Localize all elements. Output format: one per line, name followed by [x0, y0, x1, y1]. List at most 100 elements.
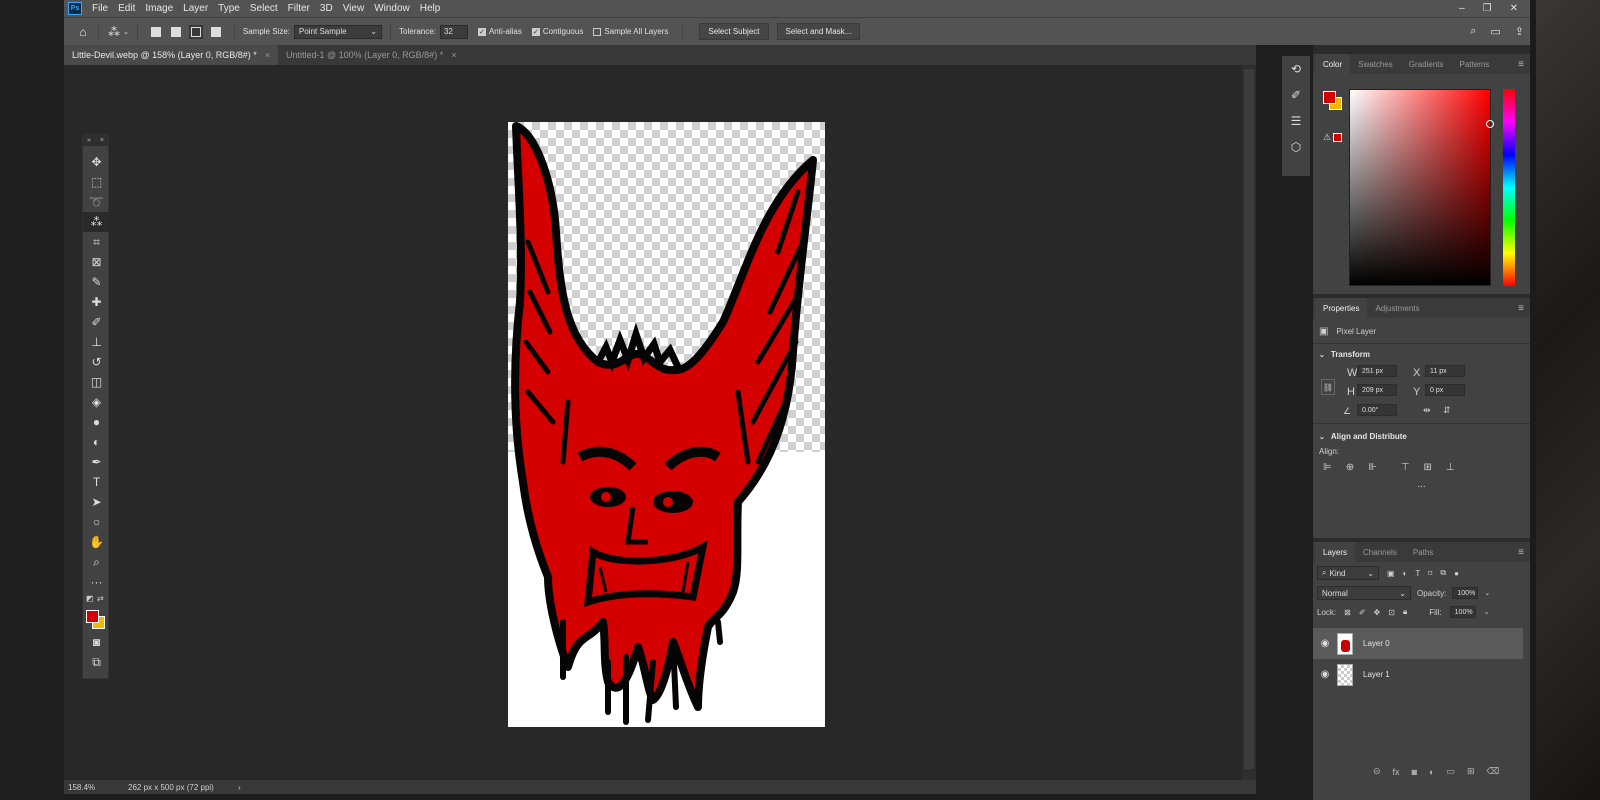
intersect-selection-icon[interactable]	[210, 26, 221, 37]
swap-colors-icon[interactable]: ⇄	[97, 594, 104, 603]
history-icon[interactable]: ⟲	[1282, 56, 1310, 82]
search-icon[interactable]: ⌕	[1470, 25, 1476, 38]
flip-horizontal-icon[interactable]: ⇹	[1423, 405, 1431, 416]
filter-shape-icon[interactable]: ⌑	[1428, 569, 1432, 578]
tab-untitled-1[interactable]: Untitled-1 @ 100% (Layer 0, RGB/8#) * ×	[278, 45, 464, 65]
subtract-selection-icon[interactable]	[190, 26, 201, 37]
chevron-down-icon[interactable]: ⌄	[1484, 608, 1490, 616]
dodge-tool-icon[interactable]: ◐	[83, 432, 110, 452]
crop-tool-icon[interactable]: ⌗	[83, 232, 110, 252]
menu-view[interactable]: View	[343, 3, 365, 14]
layer-row-layer-1[interactable]: ◉ Layer 1	[1313, 659, 1523, 690]
tab-properties[interactable]: Properties	[1315, 298, 1368, 318]
sample-all-layers-checkbox[interactable]: Sample All Layers	[593, 27, 668, 36]
tab-adjustments[interactable]: Adjustments	[1367, 298, 1427, 318]
tab-color[interactable]: Color	[1315, 54, 1351, 74]
new-group-icon[interactable]: ▭	[1446, 766, 1455, 777]
filter-pixel-icon[interactable]: ▣	[1387, 569, 1395, 578]
panel-menu-icon[interactable]: ≡	[1518, 303, 1524, 314]
y-input[interactable]: 0 px	[1425, 384, 1465, 396]
chevron-down-icon[interactable]: ⌄	[1319, 351, 1325, 359]
adjustments-icon[interactable]: ☰	[1282, 108, 1310, 134]
path-selection-tool-icon[interactable]: ➤	[83, 492, 110, 512]
pen-tool-icon[interactable]: ✒	[83, 452, 110, 472]
x-input[interactable]: 11 px	[1425, 365, 1465, 377]
color-field[interactable]	[1349, 89, 1491, 286]
clone-stamp-tool-icon[interactable]: ⊥	[83, 332, 110, 352]
move-tool-icon[interactable]: ✥	[83, 152, 110, 172]
new-selection-icon[interactable]	[150, 26, 161, 37]
panel-menu-icon[interactable]: ≡	[1518, 59, 1524, 70]
more-options-icon[interactable]: ...	[1313, 473, 1530, 490]
filter-kind-select[interactable]: ⌕ Kind ⌄	[1317, 566, 1379, 580]
tool-preset-chevron-icon[interactable]: ⌄	[123, 28, 129, 36]
history-brush-tool-icon[interactable]: ↺	[83, 352, 110, 372]
anti-alias-checkbox[interactable]: ✓ Anti-alias	[477, 27, 522, 36]
menu-select[interactable]: Select	[250, 3, 278, 14]
lock-pixels-icon[interactable]: ✐	[1359, 608, 1366, 617]
close-icon[interactable]: ×	[100, 137, 104, 144]
menu-filter[interactable]: Filter	[288, 3, 310, 14]
menu-help[interactable]: Help	[420, 3, 441, 14]
minimize-button[interactable]: –	[1459, 3, 1465, 14]
chevron-down-icon[interactable]: ⌄	[1319, 433, 1325, 441]
angle-input[interactable]: 0.00°	[1357, 404, 1397, 416]
filter-adjustment-icon[interactable]: ◐	[1403, 569, 1408, 578]
marquee-tool-icon[interactable]: ⬚	[83, 172, 110, 192]
screen-mode-icon[interactable]: ⧉	[83, 652, 110, 672]
lock-artboard-icon[interactable]: ⊡	[1388, 608, 1395, 617]
menu-type[interactable]: Type	[218, 3, 240, 14]
type-tool-icon[interactable]: T	[83, 472, 110, 492]
vertical-scrollbar[interactable]	[1242, 65, 1256, 780]
fx-icon[interactable]: fx	[1393, 767, 1400, 777]
contiguous-checkbox[interactable]: ✓ Contiguous	[531, 27, 583, 36]
menu-layer[interactable]: Layer	[183, 3, 208, 14]
new-layer-icon[interactable]: ⊞	[1467, 766, 1475, 777]
lock-transparent-icon[interactable]: ⊠	[1344, 608, 1351, 617]
lock-all-icon[interactable]: 🔒︎	[1403, 607, 1407, 617]
delete-layer-icon[interactable]: ⌫	[1487, 766, 1500, 777]
eye-icon[interactable]: ◉	[1313, 638, 1337, 649]
brush-settings-icon[interactable]: ✐	[1282, 82, 1310, 108]
workspace-icon[interactable]: ▭	[1490, 25, 1500, 38]
lasso-tool-icon[interactable]: ➰	[83, 192, 110, 212]
frame-tool-icon[interactable]: ⊠	[83, 252, 110, 272]
hand-tool-icon[interactable]: ✋	[83, 532, 110, 552]
tab-patterns[interactable]: Patterns	[1452, 54, 1498, 74]
menu-edit[interactable]: Edit	[118, 3, 135, 14]
align-hcenter-icon[interactable]: ⊕	[1346, 462, 1354, 473]
magic-wand-tool-icon[interactable]: ⁂	[83, 212, 110, 232]
lock-position-icon[interactable]: ✥	[1374, 608, 1381, 617]
brush-tool-icon[interactable]: ✐	[83, 312, 110, 332]
align-left-icon[interactable]: ⊫	[1323, 462, 1332, 473]
document-canvas[interactable]	[508, 122, 825, 727]
hue-slider[interactable]	[1503, 89, 1515, 286]
eye-icon[interactable]: ◉	[1313, 669, 1337, 680]
foreground-color[interactable]	[1323, 91, 1336, 104]
default-colors-icon[interactable]: ◩	[86, 594, 94, 603]
opacity-input[interactable]: 100%	[1452, 587, 1479, 599]
status-menu-arrow-icon[interactable]: ›	[238, 783, 241, 792]
add-mask-icon[interactable]: ◙	[1412, 767, 1417, 777]
3d-cube-icon[interactable]: ⬡	[1282, 134, 1310, 160]
color-picker-cursor[interactable]	[1486, 120, 1494, 128]
tab-gradients[interactable]: Gradients	[1401, 54, 1452, 74]
align-bottom-icon[interactable]: ⊥	[1446, 462, 1455, 473]
link-layers-icon[interactable]: ⊝	[1373, 766, 1381, 777]
quick-mask-icon[interactable]: ◙	[83, 632, 110, 652]
width-input[interactable]: 251 px	[1357, 365, 1397, 377]
menu-file[interactable]: File	[92, 3, 108, 14]
foreground-color[interactable]	[86, 610, 99, 623]
tab-channels[interactable]: Channels	[1355, 542, 1405, 562]
flip-vertical-icon[interactable]: ⇵	[1443, 405, 1451, 416]
zoom-level[interactable]: 158.4%	[68, 783, 128, 792]
select-subject-button[interactable]: Select Subject	[699, 23, 769, 40]
select-and-mask-button[interactable]: Select and Mask...	[776, 23, 861, 40]
filter-type-icon[interactable]: T	[1415, 569, 1420, 578]
tab-paths[interactable]: Paths	[1405, 542, 1441, 562]
paint-bucket-tool-icon[interactable]: ◈	[83, 392, 110, 412]
panel-menu-icon[interactable]: ≡	[1518, 547, 1524, 558]
tab-little-devil[interactable]: Little-Devil.webp @ 158% (Layer 0, RGB/8…	[64, 45, 278, 65]
ellipse-tool-icon[interactable]: ○	[83, 512, 110, 532]
blend-mode-select[interactable]: Normal ⌄	[1317, 586, 1411, 600]
